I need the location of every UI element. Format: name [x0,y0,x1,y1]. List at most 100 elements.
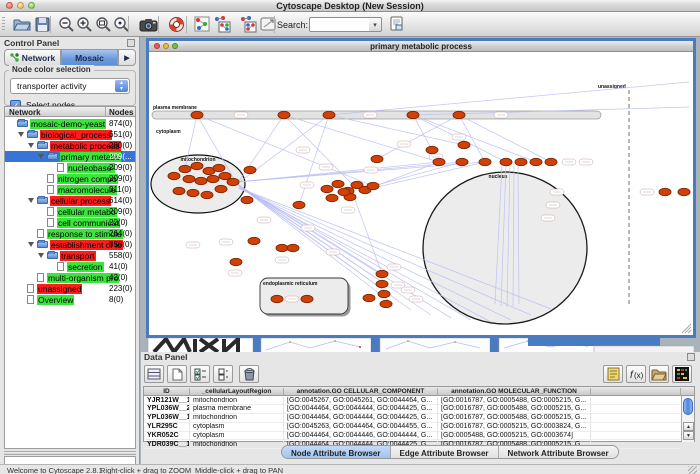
expand-arrow-icon[interactable] [28,242,34,247]
help-lifebuoy-icon[interactable] [166,14,186,34]
table-row[interactable]: YLR295Ccytoplasm[GO:0045263, GO:0044464,… [144,423,680,432]
graph-node[interactable] [338,188,350,195]
graph-node[interactable] [287,244,299,251]
tree-row-transport[interactable]: transport558(0) [5,250,135,261]
tree-header[interactable]: Network Nodes [4,106,136,117]
column-header[interactable]: _cellularLayoutRegion [190,388,284,396]
graph-node[interactable] [378,290,390,297]
table-row[interactable]: YKR052Ccytoplasm[GO:0044464, GO:0044446,… [144,432,680,441]
zoom-selected-icon[interactable] [93,14,113,34]
graph-node[interactable] [458,141,470,148]
graph-node[interactable] [301,295,313,302]
column-header[interactable]: annotation.GO CELLULAR_COMPONENT [284,388,438,396]
graph-node[interactable] [195,177,207,184]
table-row[interactable]: YJR121W__1mitochondrion[GO:0045267, GO:0… [144,397,680,406]
graph-node[interactable] [276,244,288,251]
column-header[interactable]: annotation.GO MOLECULAR_FUNCTION [438,388,591,396]
graph-node[interactable] [678,188,690,195]
graph-node[interactable] [183,175,195,182]
graph-node[interactable] [271,295,283,302]
table-scrollbar[interactable]: ▲ ▼ [681,396,694,442]
graph-node[interactable] [244,166,256,173]
tree-row-multi-organism-pro[interactable]: multi-organism pro42(0) [5,272,135,283]
graph-node[interactable] [227,178,239,185]
graph-node[interactable] [479,158,491,165]
export-network-icon[interactable] [238,14,258,34]
graph-node[interactable] [248,237,260,244]
graph-node[interactable] [179,165,191,172]
graph-node[interactable] [545,158,557,165]
scroll-up-button[interactable]: ▲ [683,422,694,431]
attribute-table-header[interactable]: ID_cellularLayoutRegionannotation.GO CEL… [144,387,694,396]
graph-node[interactable] [213,164,225,171]
expand-arrow-icon[interactable] [38,154,44,159]
graph-node[interactable] [363,294,375,301]
create-new-attribute-icon[interactable] [167,365,187,383]
graph-node[interactable] [230,258,242,265]
expand-arrow-icon[interactable] [28,143,34,148]
column-header[interactable] [591,388,681,396]
zoom-out-icon[interactable] [56,14,76,34]
expand-arrow-icon[interactable] [38,253,44,258]
graph-node[interactable] [530,158,542,165]
tree-row-primary-metabo[interactable]: primary metabo209(... [5,151,135,162]
tree-row-macromolecule[interactable]: macromolecule311(0) [5,184,135,195]
graph-node[interactable] [371,155,383,162]
function-builder-icon[interactable]: f(x) [626,365,646,383]
node-color-select[interactable]: transporter activity ▲▼ [10,78,130,94]
tab-mosaic[interactable]: Mosaic [61,49,118,66]
graph-node[interactable] [659,188,671,195]
tree-row-establishment-of-lo[interactable]: establishment of lo558(0) [5,239,135,250]
graph-node[interactable] [241,196,253,203]
graph-node[interactable] [376,270,388,277]
tree-row-mosaic-demo-yeast[interactable]: mosaic-demo-yeast874(0) [5,118,135,129]
tree-row-metabolic-process[interactable]: metabolic process280(0) [5,140,135,151]
graph-node[interactable] [367,182,379,189]
network-canvas[interactable]: plasma membranecytoplasmmitochondrionnuc… [149,52,693,335]
graph-node[interactable] [515,158,527,165]
graph-node[interactable] [278,111,290,118]
scroll-down-button[interactable]: ▼ [683,431,694,440]
graph-node[interactable] [326,194,338,201]
tab-overflow-arrow[interactable]: ▶ [118,49,136,66]
graph-node[interactable] [323,111,335,118]
attribute-notes-icon[interactable] [603,365,623,383]
tab-network-attribute-browser[interactable]: Network Attribute Browser [499,446,618,459]
graph-node[interactable] [191,111,203,118]
resize-grip-icon[interactable] [688,466,697,474]
graph-node[interactable] [187,189,199,196]
panel-splitter[interactable] [4,451,136,455]
graph-node[interactable] [207,175,219,182]
graph-node[interactable] [168,172,180,179]
graph-node[interactable] [456,158,468,165]
graph-node[interactable] [219,172,231,179]
tab-node-attribute-browser[interactable]: Node Attribute Browser [282,446,391,459]
vizmapper-icon[interactable] [258,14,278,34]
graph-node[interactable] [215,185,227,192]
graph-node[interactable] [380,300,392,307]
network-window[interactable]: primary metabolic process plasma membran… [146,38,696,338]
expand-arrow-icon[interactable] [28,198,34,203]
tree-row-nitrogen-compo[interactable]: nitrogen compo209(0) [5,173,135,184]
search-dropdown-arrow[interactable]: ▾ [369,17,382,32]
tree-row-cell-communicat[interactable]: cell communicat22(0) [5,217,135,228]
graph-node[interactable] [453,111,465,118]
graph-node[interactable] [426,146,438,153]
graph-node[interactable] [173,187,185,194]
advanced-search-icon[interactable] [386,14,406,34]
table-row[interactable]: YPL036W__2plasma membrane[GO:0044464, GO… [144,405,680,414]
select-all-attributes-icon[interactable] [144,365,164,383]
tree-row-nucleobase-[interactable]: nucleobase-209(0) [5,162,135,173]
graph-node[interactable] [201,191,213,198]
open-file-icon[interactable] [12,14,32,34]
network-window-titlebar[interactable]: primary metabolic process [149,41,693,52]
expand-arrow-icon[interactable] [18,132,24,137]
tree-row-biological-process[interactable]: biological_process651(0) [5,129,135,140]
tree-row-unassigned[interactable]: unassigned223(0) [5,283,135,294]
column-header[interactable]: ID [144,388,190,396]
graph-node[interactable] [332,180,344,187]
data-panel-float-icon[interactable] [687,353,695,361]
tree-row-response-to-stimulu[interactable]: response to stimulu264(0) [5,228,135,239]
import-attributes-icon[interactable] [649,365,669,383]
graph-node[interactable] [376,280,388,287]
